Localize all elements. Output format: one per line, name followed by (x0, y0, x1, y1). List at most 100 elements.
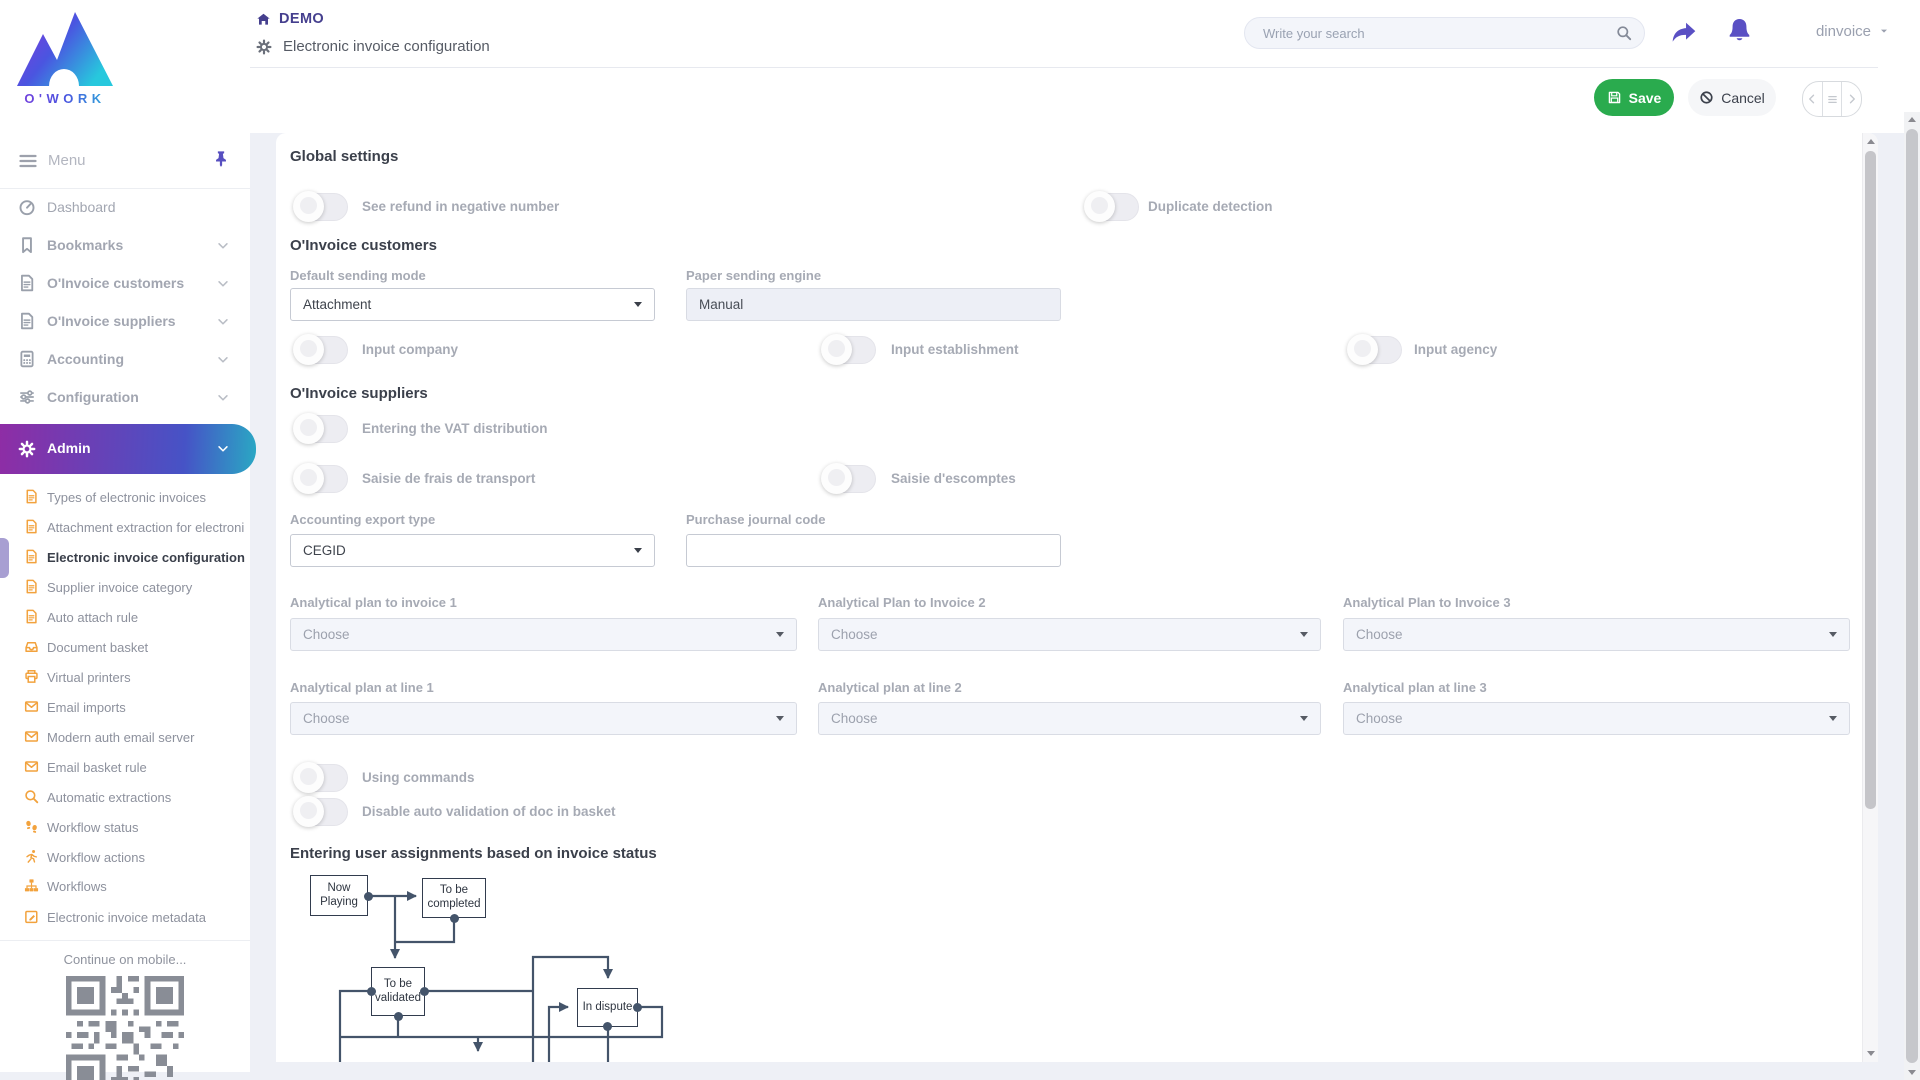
qr-code (66, 976, 184, 1080)
admin-item-workflows[interactable]: Workflows (0, 871, 250, 901)
sidebar-item-configuration[interactable]: Configuration (0, 379, 250, 417)
user-menu[interactable]: dinvoice (1790, 21, 1890, 41)
select-value: Choose (831, 627, 878, 642)
admin-item-auto-attach-rule[interactable]: Auto attach rule (0, 602, 250, 632)
admin-item-workflow-status[interactable]: Workflow status (0, 812, 250, 842)
field-label: Analytical plan at line 3 (1343, 680, 1487, 695)
analytical-plan-line-3-select[interactable]: Choose (1343, 702, 1850, 735)
search-icon[interactable] (1616, 25, 1632, 41)
hamburger-icon[interactable] (18, 151, 38, 171)
purchase-journal-code-input[interactable] (686, 534, 1061, 567)
admin-item-email-basket-rule[interactable]: Email basket rule (0, 752, 250, 782)
admin-item-modern-auth-email-server[interactable]: Modern auth email server (0, 722, 250, 752)
analytical-plan-invoice-2-select[interactable]: Choose (818, 618, 1321, 651)
sidebar-divider (0, 940, 250, 941)
toggle-using-commands[interactable] (294, 764, 348, 792)
sidebar-item-label: Bookmarks (47, 237, 123, 253)
admin-item-document-basket[interactable]: Document basket (0, 632, 250, 662)
toggle-label: Using commands (362, 764, 475, 792)
admin-item-electronic-invoice-configuration[interactable]: Electronic invoice configuration (0, 542, 250, 572)
scroll-up-icon[interactable] (1908, 117, 1916, 122)
analytical-plan-line-1-select[interactable]: Choose (290, 702, 797, 735)
select-value: Choose (831, 711, 878, 726)
sidebar-item-bookmarks[interactable]: Bookmarks (0, 227, 250, 265)
admin-item-workflow-actions[interactable]: Workflow actions (0, 842, 250, 872)
field-label: Analytical plan at line 2 (818, 680, 962, 695)
file-invoice-icon (18, 274, 36, 292)
sidebar-item-oinvoice-customers[interactable]: O'Invoice customers (0, 265, 250, 303)
shoe-prints-icon (24, 819, 39, 834)
toggle-input-agency[interactable] (1348, 336, 1402, 364)
scrollbar-thumb[interactable] (1865, 151, 1876, 809)
toggle-input-company[interactable] (294, 336, 348, 364)
field-label: Analytical plan at line 1 (290, 680, 434, 695)
page-title: Electronic invoice configuration (283, 38, 490, 55)
page-scrollbar[interactable] (1904, 112, 1920, 1080)
admin-item-label: Electronic invoice metadata (47, 910, 247, 925)
admin-item-attachment-extraction[interactable]: Attachment extraction for electroni (0, 512, 250, 542)
toggle-label: See refund in negative number (362, 193, 559, 221)
sidebar-item-oinvoice-suppliers[interactable]: O'Invoice suppliers (0, 303, 250, 341)
admin-item-virtual-printers[interactable]: Virtual printers (0, 662, 250, 692)
notifications-bell-icon[interactable] (1726, 17, 1753, 44)
sidebar-item-admin[interactable]: Admin (0, 424, 256, 474)
toggle-transport-fees[interactable] (294, 465, 348, 493)
calculator-icon (18, 350, 36, 368)
pin-icon[interactable] (212, 150, 230, 168)
admin-item-electronic-invoice-metadata[interactable]: Electronic invoice metadata (0, 902, 250, 932)
scroll-up-icon[interactable] (1867, 139, 1875, 144)
default-sending-mode-select[interactable]: Attachment (290, 288, 655, 321)
caret-down-icon (1300, 632, 1308, 637)
analytical-plan-invoice-3-select[interactable]: Choose (1343, 618, 1850, 651)
continue-on-mobile-label: Continue on mobile... (0, 952, 250, 967)
scroll-down-icon[interactable] (1908, 1070, 1916, 1075)
toggle-vat-distribution[interactable] (294, 415, 348, 443)
file-invoice-icon (24, 519, 39, 534)
share-icon[interactable] (1670, 19, 1697, 46)
runner-icon (24, 849, 39, 864)
breadcrumb[interactable]: DEMO (256, 11, 324, 27)
toggle-label: Input establishment (891, 336, 1019, 364)
toggle-disable-autovalidation[interactable] (294, 798, 348, 826)
admin-item-email-imports[interactable]: Email imports (0, 692, 250, 722)
record-pager (1802, 81, 1862, 117)
pager-next-icon[interactable] (1842, 82, 1861, 116)
select-value: CEGID (303, 543, 346, 558)
toggle-escompte[interactable] (822, 465, 876, 493)
analytical-plan-line-2-select[interactable]: Choose (818, 702, 1321, 735)
save-button[interactable]: Save (1594, 79, 1674, 116)
toggle-duplicate-detection[interactable] (1085, 193, 1139, 221)
toggle-label: Saisie d'escomptes (891, 465, 1016, 493)
caret-down-icon (1829, 632, 1837, 637)
sidebar-item-accounting[interactable]: Accounting (0, 341, 250, 379)
cancel-button[interactable]: Cancel (1688, 79, 1776, 116)
pager-prev-icon[interactable] (1803, 82, 1822, 116)
admin-item-label: Document basket (47, 640, 247, 655)
admin-item-supplier-invoice-category[interactable]: Supplier invoice category (0, 572, 250, 602)
pager-list-icon[interactable] (1822, 82, 1843, 116)
logo[interactable]: O'WORK (12, 8, 118, 106)
sidebar-item-dashboard[interactable]: Dashboard (0, 189, 250, 227)
search-input[interactable] (1245, 18, 1644, 48)
toggle-label: Entering the VAT distribution (362, 415, 548, 443)
analytical-plan-invoice-1-select[interactable]: Choose (290, 618, 797, 651)
envelope-icon (24, 699, 39, 714)
scrollbar-thumb[interactable] (1906, 129, 1918, 1063)
section-title-global: Global settings (290, 148, 398, 165)
accounting-export-type-select[interactable]: CEGID (290, 534, 655, 567)
admin-item-types[interactable]: Types of electronic invoices (0, 482, 250, 512)
field-label: Analytical Plan to Invoice 3 (1343, 595, 1511, 610)
workflow-box-to-be-completed: To be completed (422, 878, 486, 918)
caret-down-icon (1300, 716, 1308, 721)
content-card: Global settings See refund in negative n… (276, 133, 1878, 1062)
toggle-see-refund[interactable] (294, 193, 348, 221)
content-scrollbar[interactable] (1862, 133, 1878, 1062)
admin-item-automatic-extractions[interactable]: Automatic extractions (0, 782, 250, 812)
paper-sending-engine-input[interactable] (686, 288, 1061, 321)
file-invoice-icon (24, 549, 39, 564)
admin-item-label: Email basket rule (47, 760, 247, 775)
connector-dot (420, 987, 429, 996)
toggle-input-establishment[interactable] (822, 336, 876, 364)
app-window: DEMO Electronic invoice configuration di… (0, 0, 1920, 1080)
scroll-down-icon[interactable] (1867, 1051, 1875, 1056)
